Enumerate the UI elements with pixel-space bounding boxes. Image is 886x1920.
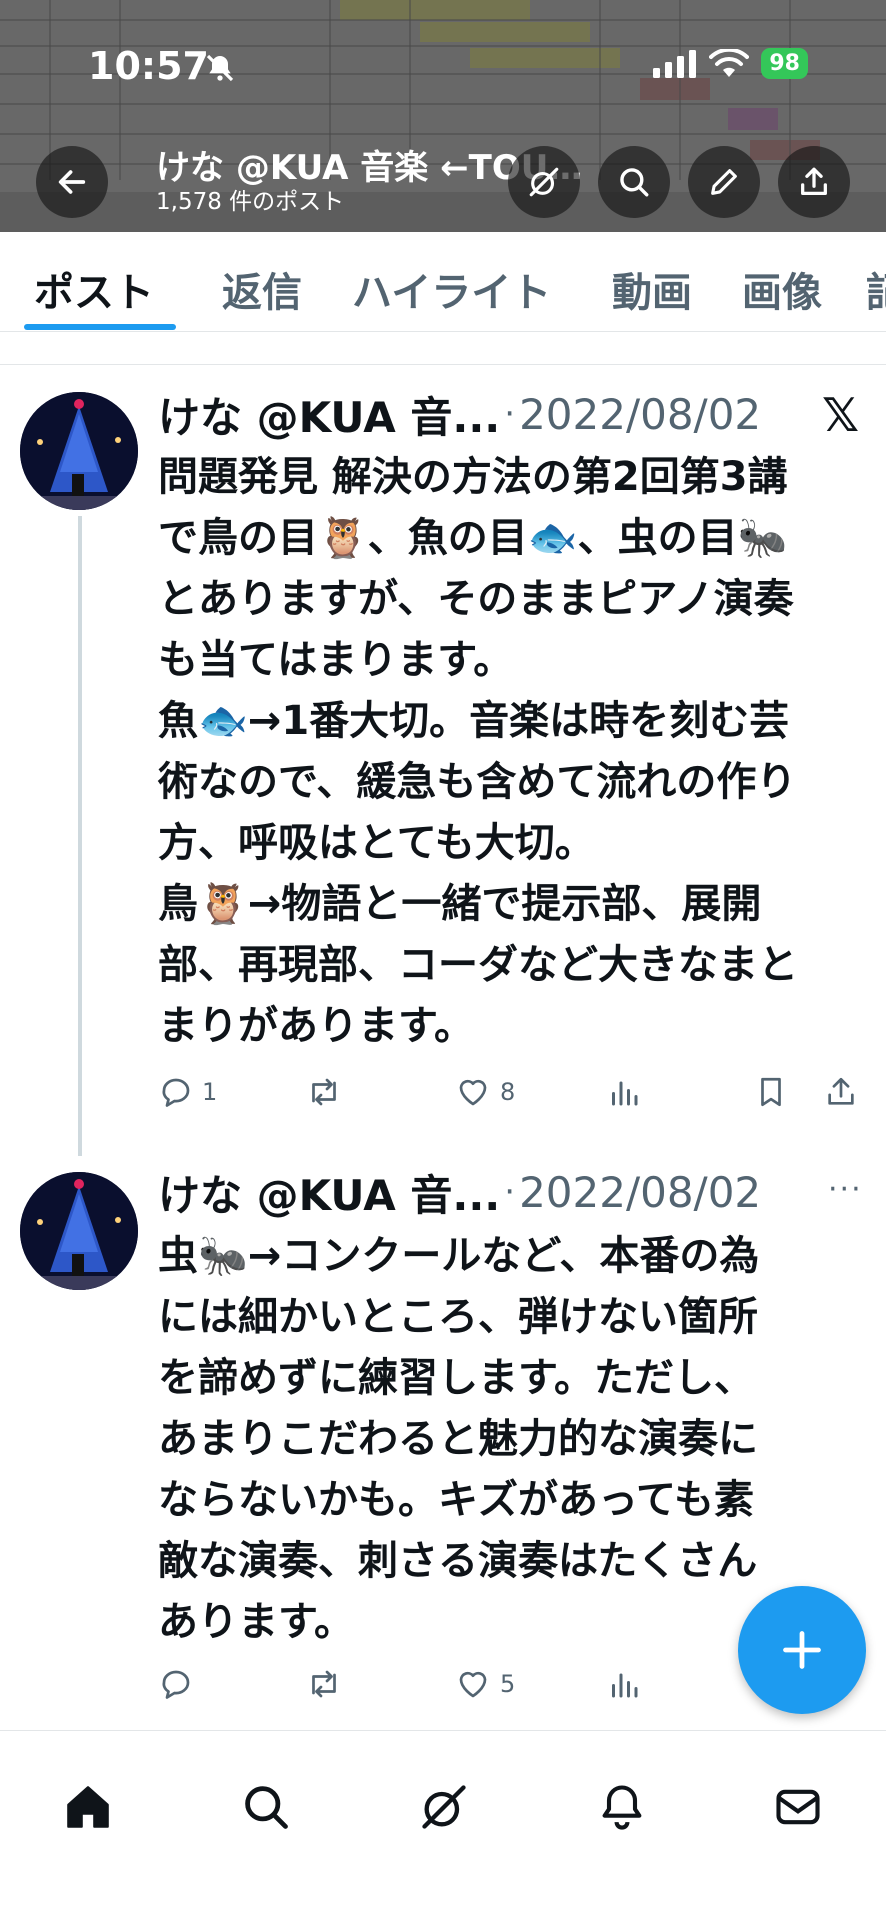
share-icon: [801, 167, 827, 195]
separator-dot: ·: [504, 1172, 516, 1212]
grok-icon: [529, 167, 559, 197]
grok-icon: [422, 1785, 466, 1829]
silent-bell-icon: [206, 54, 234, 82]
x-logo-icon: 𝕏: [822, 388, 860, 442]
reply-button[interactable]: 1: [158, 1074, 217, 1110]
like-button[interactable]: 8: [454, 1074, 515, 1110]
tweet-text-line: 部、再現部、コーダなど大きなまと: [158, 942, 798, 988]
tweet-header: けな @KUA 音... · 2022/08/02: [158, 386, 761, 442]
back-button[interactable]: [36, 146, 108, 218]
search-icon: [620, 168, 649, 197]
avatar[interactable]: [20, 1172, 138, 1290]
bookmark-button[interactable]: [754, 1074, 788, 1110]
active-tab-indicator: [24, 324, 176, 330]
reply-button[interactable]: [158, 1666, 202, 1702]
repost-button[interactable]: [304, 1666, 352, 1702]
share-icon: [828, 1077, 854, 1105]
tab-posts[interactable]: ポスト: [34, 260, 154, 318]
tweet-text-line: 方、呼吸はとても大切。: [158, 820, 595, 866]
views-button[interactable]: [606, 1666, 642, 1702]
repost-button[interactable]: [304, 1074, 352, 1110]
reply-count: 1: [202, 1078, 218, 1106]
post-count: 1,578 件のポスト: [156, 189, 345, 215]
tab-highlights[interactable]: ハイライト: [352, 260, 551, 318]
share-button[interactable]: [778, 146, 850, 218]
like-count: 8: [500, 1078, 516, 1106]
heart-icon: [459, 1671, 487, 1698]
search-icon: [245, 1786, 288, 1829]
tweet-actions: 1 8: [158, 1074, 870, 1124]
separator-dot: ·: [504, 394, 516, 434]
tweet-text: 虫🐜→コンクールなど、本番の為 には細かいところ、弾けない箇所 を諦めずに練習し…: [158, 1226, 870, 1653]
home-icon: [67, 1786, 109, 1828]
nav-grok[interactable]: [408, 1771, 480, 1843]
plus-icon: [783, 1631, 821, 1669]
reply-icon: [162, 1078, 190, 1107]
tab-videos[interactable]: 動画: [612, 260, 692, 318]
tweet-text-line: 魚🐟→1番大切。音楽は時を刻む芸: [158, 698, 790, 744]
repost-icon: [312, 1078, 336, 1106]
nav-notifications[interactable]: [586, 1771, 658, 1843]
tweet-text-line: を諦めずに練習します。ただし、: [158, 1355, 754, 1401]
tab-articles[interactable]: 記: [866, 260, 886, 318]
analytics-icon: [612, 1081, 638, 1106]
battery-indicator: 98: [761, 48, 808, 79]
bell-icon: [602, 1785, 642, 1830]
views-button[interactable]: [606, 1074, 642, 1110]
cellular-signal-icon: [653, 49, 697, 78]
pencil-icon: [711, 169, 737, 195]
bottom-navigation: [0, 1730, 886, 1920]
search-button[interactable]: [598, 146, 670, 218]
author-name[interactable]: けな @KUA 音...: [158, 1162, 500, 1223]
author-name[interactable]: けな @KUA 音...: [158, 384, 500, 445]
reply-icon: [162, 1670, 190, 1699]
tweet-share-button[interactable]: [824, 1074, 858, 1110]
like-button[interactable]: 5: [454, 1666, 515, 1702]
post-date[interactable]: 2022/08/02: [519, 390, 761, 439]
compose-post-button[interactable]: [738, 1586, 866, 1714]
bookmark-icon: [761, 1077, 781, 1107]
wifi-icon: [709, 48, 750, 77]
edit-button[interactable]: [688, 146, 760, 218]
tweet-text-line: まりがあります。: [158, 1003, 474, 1049]
avatar-image: [20, 392, 138, 510]
like-count: 5: [500, 1670, 516, 1698]
profile-tabs: ポスト 返信 ハイライト 動画 画像 記: [0, 232, 886, 332]
tweet-text-line: 敵な演奏、刺さる演奏はたくさん: [158, 1538, 758, 1584]
tweet-text-line: 術なので、緩急も含めて流れの作り: [158, 759, 797, 805]
tweet-text-line: ならないかも。キズがあっても素: [158, 1477, 754, 1523]
nav-messages[interactable]: [762, 1771, 834, 1843]
tweet-text-line: には細かいところ、弾けない箇所: [158, 1294, 758, 1340]
nav-search[interactable]: [230, 1771, 302, 1843]
tweet-text-line: で鳥の目🦉、魚の目🐟、虫の目🐜: [158, 515, 788, 561]
tweet-text-line: とありますが、そのままピアノ演奏: [158, 576, 794, 622]
tweet-text-line: 虫🐜→コンクールなど、本番の為: [158, 1233, 760, 1279]
tab-images[interactable]: 画像: [742, 260, 822, 318]
status-right: 98: [653, 48, 808, 79]
tweet-text-line: あまりこだわると魅力的な演奏に: [158, 1416, 758, 1462]
nav-home[interactable]: [52, 1771, 124, 1843]
tweet-text: 問題発見 解決の方法の第2回第3講 で鳥の目🦉、魚の目🐟、虫の目🐜 とありますが…: [158, 447, 870, 1057]
tab-replies[interactable]: 返信: [222, 260, 302, 318]
thread-line: [78, 516, 82, 1156]
mail-icon: [776, 1789, 820, 1825]
divider: [0, 364, 886, 365]
heart-icon: [459, 1079, 487, 1106]
status-bar: 10:57 98: [0, 40, 886, 92]
back-arrow-icon: [58, 170, 86, 194]
avatar-image: [20, 1172, 138, 1290]
tweet-text-line: も当てはまります。: [158, 637, 514, 683]
repost-icon: [312, 1670, 336, 1698]
grok-button[interactable]: [508, 146, 580, 218]
avatar[interactable]: [20, 392, 138, 510]
post-date[interactable]: 2022/08/02: [519, 1168, 761, 1217]
status-time: 10:57: [88, 44, 209, 88]
more-options-button[interactable]: ···: [828, 1172, 863, 1207]
tweet-text-line: 問題発見 解決の方法の第2回第3講: [158, 454, 788, 500]
analytics-icon: [612, 1673, 638, 1698]
tweet-text-line: 鳥🦉→物語と一緒で提示部、展開: [158, 881, 762, 927]
tweet-header: けな @KUA 音... · 2022/08/02: [158, 1164, 761, 1220]
